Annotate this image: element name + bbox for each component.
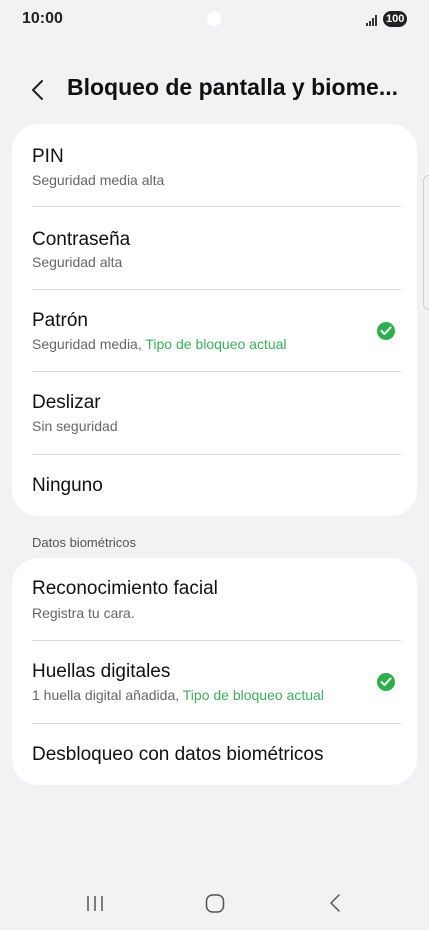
section-label-biometrics: Datos biométricos [32,535,137,550]
signal-bars-icon [366,14,380,26]
chevron-left-icon [32,80,43,100]
status-time: 10:00 [22,10,63,27]
item-subtitle: Registra tu cara. [32,605,135,621]
item-subtitle: Sin seguridad [32,418,118,434]
home-icon[interactable] [204,892,226,919]
item-subtitle-text: 1 huella digital añadida, [32,687,183,703]
battery-indicator: 100 [383,11,408,27]
item-title: Desbloqueo con datos biométricos [32,744,324,765]
lock-type-card: PIN Seguridad media alta Contraseña Segu… [12,124,417,516]
item-subtitle: Seguridad media alta [32,172,165,188]
item-subtitle: 1 huella digital añadida, Tipo de bloque… [32,687,324,703]
recents-icon[interactable] [84,892,106,919]
page-title: Bloqueo de pantalla y biome... [67,74,398,100]
biometric-unlock[interactable]: Desbloqueo con datos biométricos [12,724,417,785]
lock-option-pattern[interactable]: Patrón Seguridad media, Tipo de bloqueo … [12,290,417,372]
page-header: Bloqueo de pantalla y biome... [0,68,429,112]
item-title: PIN [32,146,64,167]
current-lock-type-label: Tipo de bloqueo actual [145,336,287,352]
item-subtitle: Seguridad alta [32,254,123,270]
item-title: Patrón [32,310,88,331]
biometric-face-recognition[interactable]: Reconocimiento facial Registra tu cara. [12,558,417,640]
lock-option-password[interactable]: Contraseña Seguridad alta [12,207,417,289]
lock-option-none[interactable]: Ninguno [12,455,417,516]
back-button[interactable] [26,74,54,106]
biometric-fingerprints[interactable]: Huellas digitales 1 huella digital añadi… [12,641,417,723]
status-bar: 10:00 100 [0,0,429,40]
item-subtitle: Seguridad media, Tipo de bloqueo actual [32,336,287,352]
biometrics-card: Reconocimiento facial Registra tu cara. … [12,558,417,785]
item-title: Deslizar [32,392,101,413]
item-title: Huellas digitales [32,661,171,682]
item-subtitle-text: Seguridad media, [32,336,146,352]
scrollbar[interactable] [423,175,429,310]
lock-option-swipe[interactable]: Deslizar Sin seguridad [12,372,417,454]
camera-cutout [207,12,221,26]
item-title: Contraseña [32,229,131,250]
check-icon [377,673,395,691]
item-title: Reconocimiento facial [32,578,218,599]
check-icon [377,322,395,340]
item-title: Ninguno [32,475,103,496]
back-icon[interactable] [325,892,347,919]
lock-option-pin[interactable]: PIN Seguridad media alta [12,124,417,206]
navigation-bar [0,880,429,930]
current-lock-type-label: Tipo de bloqueo actual [182,687,324,703]
